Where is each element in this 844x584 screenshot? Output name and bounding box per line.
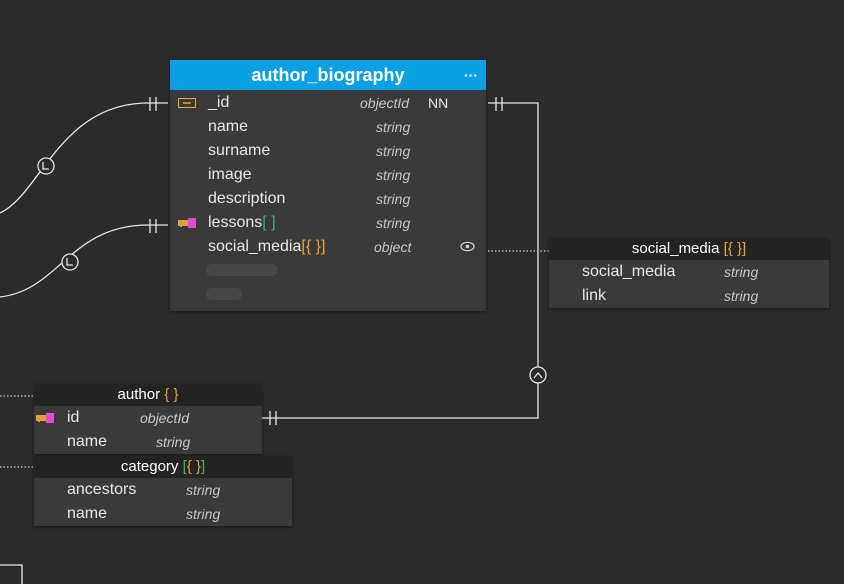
field-row[interactable]: name string [34,430,262,454]
id-field-icon [178,98,196,108]
field-row[interactable]: name string [34,502,292,526]
field-name: social_media [582,263,676,280]
field-type: string [724,288,759,304]
field-name: _id [208,94,230,111]
field-row[interactable]: link string [549,284,829,308]
field-type: object [374,239,412,255]
array-bracket-close: ] [200,458,206,475]
field-row[interactable]: social_media string [549,260,829,284]
key-icon [36,413,54,423]
field-name: name [67,505,108,522]
collapsed-field-placeholder [206,264,278,276]
field-row[interactable]: lessons[ ] string [170,211,486,235]
field-row[interactable]: social_media[{ }] object [170,235,486,259]
object-bracket: [{ }] [301,238,326,255]
field-row[interactable]: name string [170,115,486,139]
entity-title: author_biography [251,65,405,85]
field-type: string [376,167,411,183]
relationship-line-id [0,102,168,214]
field-name: link [582,287,607,304]
field-nn-flag: NN [428,95,449,111]
collapsed-field-placeholder [206,288,242,300]
field-type: string [376,191,411,207]
entity-header[interactable]: author { } [34,384,262,406]
relation-direction-icon [37,157,55,175]
key-icon [178,218,196,228]
field-name: name [67,433,108,450]
array-bracket: [ ] [262,214,276,231]
object-bracket: { } [164,386,179,403]
object-bracket: [{ }] [182,458,206,475]
field-name-text: social_media [208,238,302,255]
entity-title: category [120,458,179,475]
field-type: string [376,215,411,231]
entity-menu-icon[interactable]: ··· [464,60,478,90]
field-name: id [67,409,80,426]
field-row[interactable]: image string [170,163,486,187]
field-type: string [376,119,411,135]
field-name: description [208,190,286,207]
field-name: image [208,166,252,183]
field-type: string [376,143,411,159]
field-name-text: lessons [208,214,263,231]
entity-author-biography[interactable]: author_biography ··· _id objectId NN nam… [170,60,486,311]
field-row[interactable]: _id objectId NN [170,91,486,115]
entity-author[interactable]: author { } id objectId name string [34,384,262,454]
relation-direction-icon [529,366,547,384]
field-row[interactable]: ancestors string [34,478,292,502]
field-type: objectId [140,410,190,426]
entity-title: social_media [631,240,720,257]
field-name: name [208,118,249,135]
canvas-frame-corner [0,564,23,584]
eye-icon[interactable] [460,241,475,252]
object-bracket: [{ }] [723,240,747,257]
field-type: objectId [360,95,410,111]
entity-header[interactable]: author_biography ··· [170,60,486,90]
field-row[interactable]: id objectId [34,406,262,430]
field-name: surname [208,142,271,159]
relationship-line-lessons [0,224,168,298]
field-type: string [724,264,759,280]
entity-title: author [117,386,161,403]
field-row[interactable]: surname string [170,139,486,163]
field-name: social_media[{ }] [208,235,325,259]
field-type: string [186,482,221,498]
field-name: ancestors [67,481,137,498]
entity-category[interactable]: category [{ }] ancestors string name str… [34,456,292,526]
field-type: string [186,506,221,522]
entity-social-media[interactable]: social_media [{ }] social_media string l… [549,238,829,308]
field-name: lessons[ ] [208,211,276,235]
entity-header[interactable]: category [{ }] [34,456,292,478]
relation-direction-icon [61,253,79,271]
field-type: string [156,434,191,450]
field-row[interactable]: description string [170,187,486,211]
array-bracket-open: [ [182,458,187,475]
entity-header[interactable]: social_media [{ }] [549,238,829,260]
